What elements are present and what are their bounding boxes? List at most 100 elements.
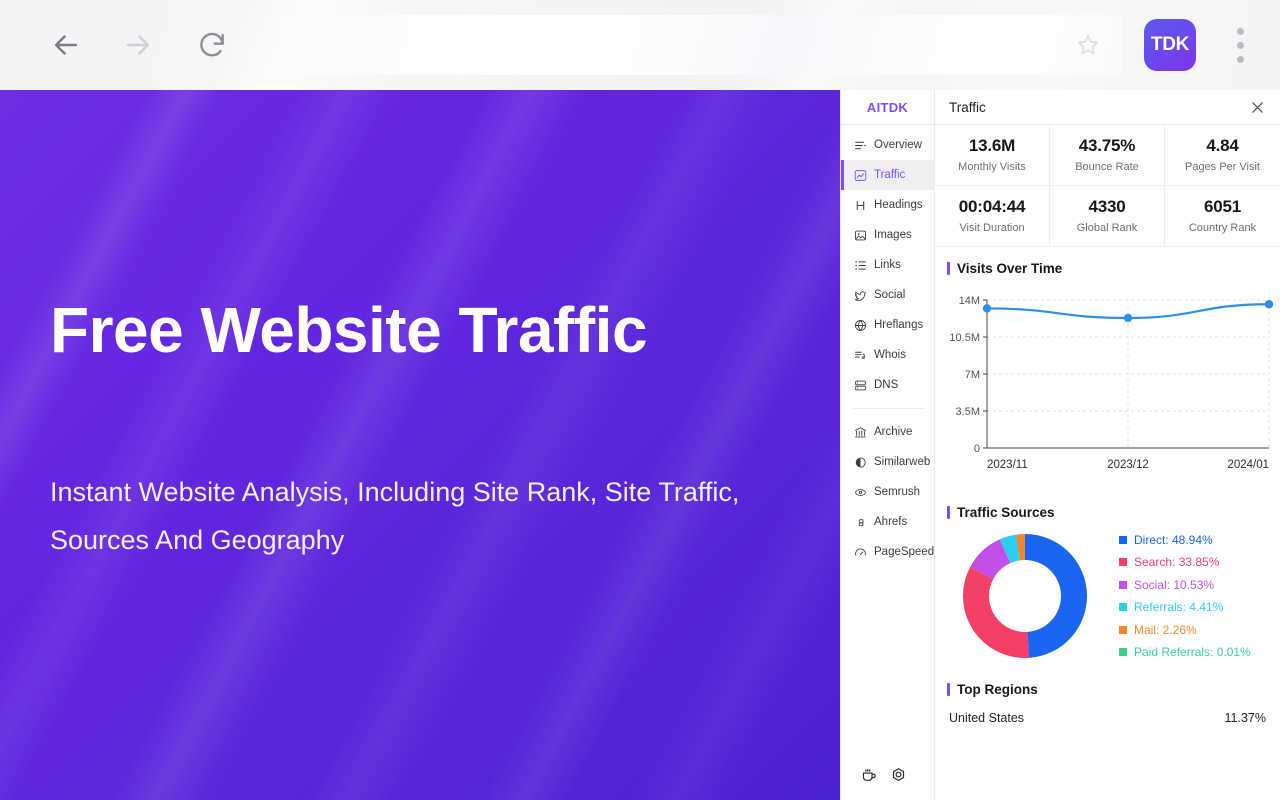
- section-accent-bar: [947, 506, 950, 519]
- back-button[interactable]: [42, 21, 90, 69]
- close-icon[interactable]: [1246, 96, 1268, 118]
- panel-title: Traffic: [949, 99, 986, 115]
- forward-button[interactable]: [114, 21, 162, 69]
- bullet-list-icon: [853, 258, 867, 272]
- visits-line-chart: 0 3.5M 7M 10.5M 14M 2023/11 2023/12 2024/01: [935, 282, 1280, 491]
- menu-dot: [1236, 41, 1244, 49]
- legend-swatch: [1119, 603, 1127, 612]
- regions-list: United States 11.37%: [935, 703, 1280, 725]
- bookmark-star-icon[interactable]: [1068, 25, 1108, 65]
- heading-h-icon: [853, 198, 867, 212]
- legend-swatch: [1119, 535, 1127, 544]
- svg-text:14M: 14M: [959, 295, 980, 307]
- stat-value: 43.75%: [1078, 136, 1136, 155]
- stat-value: 6051: [1203, 197, 1242, 216]
- sidebar-item-similarweb[interactable]: Similarweb: [841, 447, 934, 477]
- extension-sidebar: Overview Traffic Headings Images Links S…: [841, 125, 934, 800]
- stat-label: Bounce Rate: [1075, 161, 1139, 173]
- legend-item[interactable]: Referrals: 4.41%: [1119, 600, 1280, 614]
- stat-global-rank: 4330 Global Rank: [1050, 186, 1165, 247]
- legend-label: Search: 33.85%: [1134, 555, 1220, 570]
- legend-item[interactable]: Search: 33.85%: [1119, 555, 1280, 569]
- address-bar[interactable]: [278, 15, 1122, 75]
- stat-value: 4330: [1088, 197, 1126, 216]
- tdk-extension-icon[interactable]: TDK: [1144, 19, 1196, 71]
- legend-swatch: [1119, 625, 1127, 634]
- stat-label: Global Rank: [1076, 222, 1138, 234]
- coffee-cup-icon[interactable]: [861, 767, 878, 789]
- arrow-left-icon: [54, 35, 78, 55]
- donut-legend: Direct: 48.94% Search: 33.85% Social: 10.5…: [1115, 533, 1280, 659]
- panel-body: Overview Traffic Headings Images Links S…: [841, 125, 1280, 800]
- sidebar-item-label: Semrush: [874, 486, 921, 498]
- legend-swatch: [1119, 580, 1127, 589]
- sidebar-item-label: Traffic: [874, 169, 906, 181]
- stat-label: Country Rank: [1188, 222, 1257, 234]
- reload-button[interactable]: [188, 21, 236, 69]
- section-accent-bar: [947, 683, 950, 696]
- legend-item[interactable]: Mail: 2.26%: [1119, 623, 1280, 637]
- sidebar-item-label: Similarweb: [874, 456, 931, 468]
- line-chart-svg: 0 3.5M 7M 10.5M 14M 2023/11 2023/12 2024/01: [949, 295, 1274, 471]
- browser-menu-button[interactable]: [1220, 19, 1260, 71]
- similarweb-icon: [853, 455, 867, 469]
- region-percent: 11.37%: [1224, 711, 1266, 725]
- legend-item[interactable]: Social: 10.53%: [1119, 578, 1280, 592]
- sidebar-item-images[interactable]: Images: [841, 220, 934, 250]
- hero-light-streaks: [0, 90, 840, 800]
- stat-value: 4.84: [1206, 136, 1239, 155]
- section-top-regions: Top Regions: [935, 668, 1280, 703]
- svg-text:0: 0: [974, 443, 980, 455]
- sidebar-item-traffic[interactable]: Traffic: [841, 160, 934, 190]
- section-traffic-sources: Traffic Sources: [935, 491, 1280, 526]
- sidebar-item-whois[interactable]: Whois: [841, 340, 934, 370]
- traffic-sources-chart: Direct: 48.94% Search: 33.85% Social: 10.5…: [935, 526, 1280, 668]
- sidebar-item-ahrefs[interactable]: Ahrefs: [841, 507, 934, 537]
- legend-item[interactable]: Paid Referrals: 0.01%: [1119, 645, 1280, 659]
- sidebar-item-hreflangs[interactable]: Hreflangs: [841, 310, 934, 340]
- sidebar-item-label: Social: [874, 289, 906, 301]
- legend-label: Social: 10.53%: [1134, 577, 1215, 592]
- sidebar-item-label: Images: [874, 229, 912, 241]
- arrow-right-icon: [126, 35, 150, 55]
- stat-label: Monthly Visits: [958, 161, 1026, 173]
- ahrefs-icon: [853, 515, 867, 529]
- brand-logo[interactable]: AITDK: [841, 100, 934, 115]
- sidebar-item-social[interactable]: Social: [841, 280, 934, 310]
- svg-text:2024/01: 2024/01: [1227, 459, 1269, 471]
- panel-title-bar: Traffic: [934, 90, 1280, 124]
- sidebar-item-overview[interactable]: Overview: [841, 130, 934, 160]
- stat-pages-per-visit: 4.84 Pages Per Visit: [1165, 125, 1280, 186]
- sidebar-item-dns[interactable]: DNS: [841, 370, 934, 400]
- legend-label: Referrals: 4.41%: [1134, 600, 1224, 615]
- server-stack-icon: [853, 378, 867, 392]
- page-hero-section: Free Website Traffic Instant Website Ana…: [0, 90, 840, 800]
- section-title: Traffic Sources: [957, 505, 1055, 520]
- legend-item[interactable]: Direct: 48.94%: [1119, 533, 1280, 547]
- sidebar-item-links[interactable]: Links: [841, 250, 934, 280]
- donut-holder: [935, 530, 1115, 662]
- sidebar-item-headings[interactable]: Headings: [841, 190, 934, 220]
- whois-icon: [853, 348, 867, 362]
- stat-value: 13.6M: [968, 136, 1016, 155]
- image-icon: [853, 228, 867, 242]
- stat-label: Visit Duration: [959, 222, 1025, 234]
- sidebar-item-label: Ahrefs: [874, 516, 908, 528]
- stat-monthly-visits: 13.6M Monthly Visits: [935, 125, 1050, 186]
- sidebar-item-label: Headings: [874, 199, 923, 211]
- sidebar-item-semrush[interactable]: Semrush: [841, 477, 934, 507]
- legend-label: Paid Referrals: 0.01%: [1134, 645, 1251, 660]
- svg-text:3.5M: 3.5M: [956, 406, 980, 418]
- sidebar-item-pagespeed[interactable]: PageSpeed: [841, 537, 934, 567]
- sidebar-item-label: Hreflangs: [874, 319, 924, 331]
- sidebar-divider: [853, 408, 924, 409]
- stat-label: Pages Per Visit: [1184, 161, 1260, 173]
- globe-icon: [853, 318, 867, 332]
- list-lines-icon: [853, 138, 867, 152]
- bird-social-icon: [853, 288, 867, 302]
- panel-header: AITDK Traffic: [841, 90, 1280, 125]
- sidebar-item-archive[interactable]: Archive: [841, 417, 934, 447]
- settings-hex-icon[interactable]: [890, 767, 907, 789]
- sidebar-footer: [841, 756, 934, 800]
- donut-slice: [963, 566, 1030, 658]
